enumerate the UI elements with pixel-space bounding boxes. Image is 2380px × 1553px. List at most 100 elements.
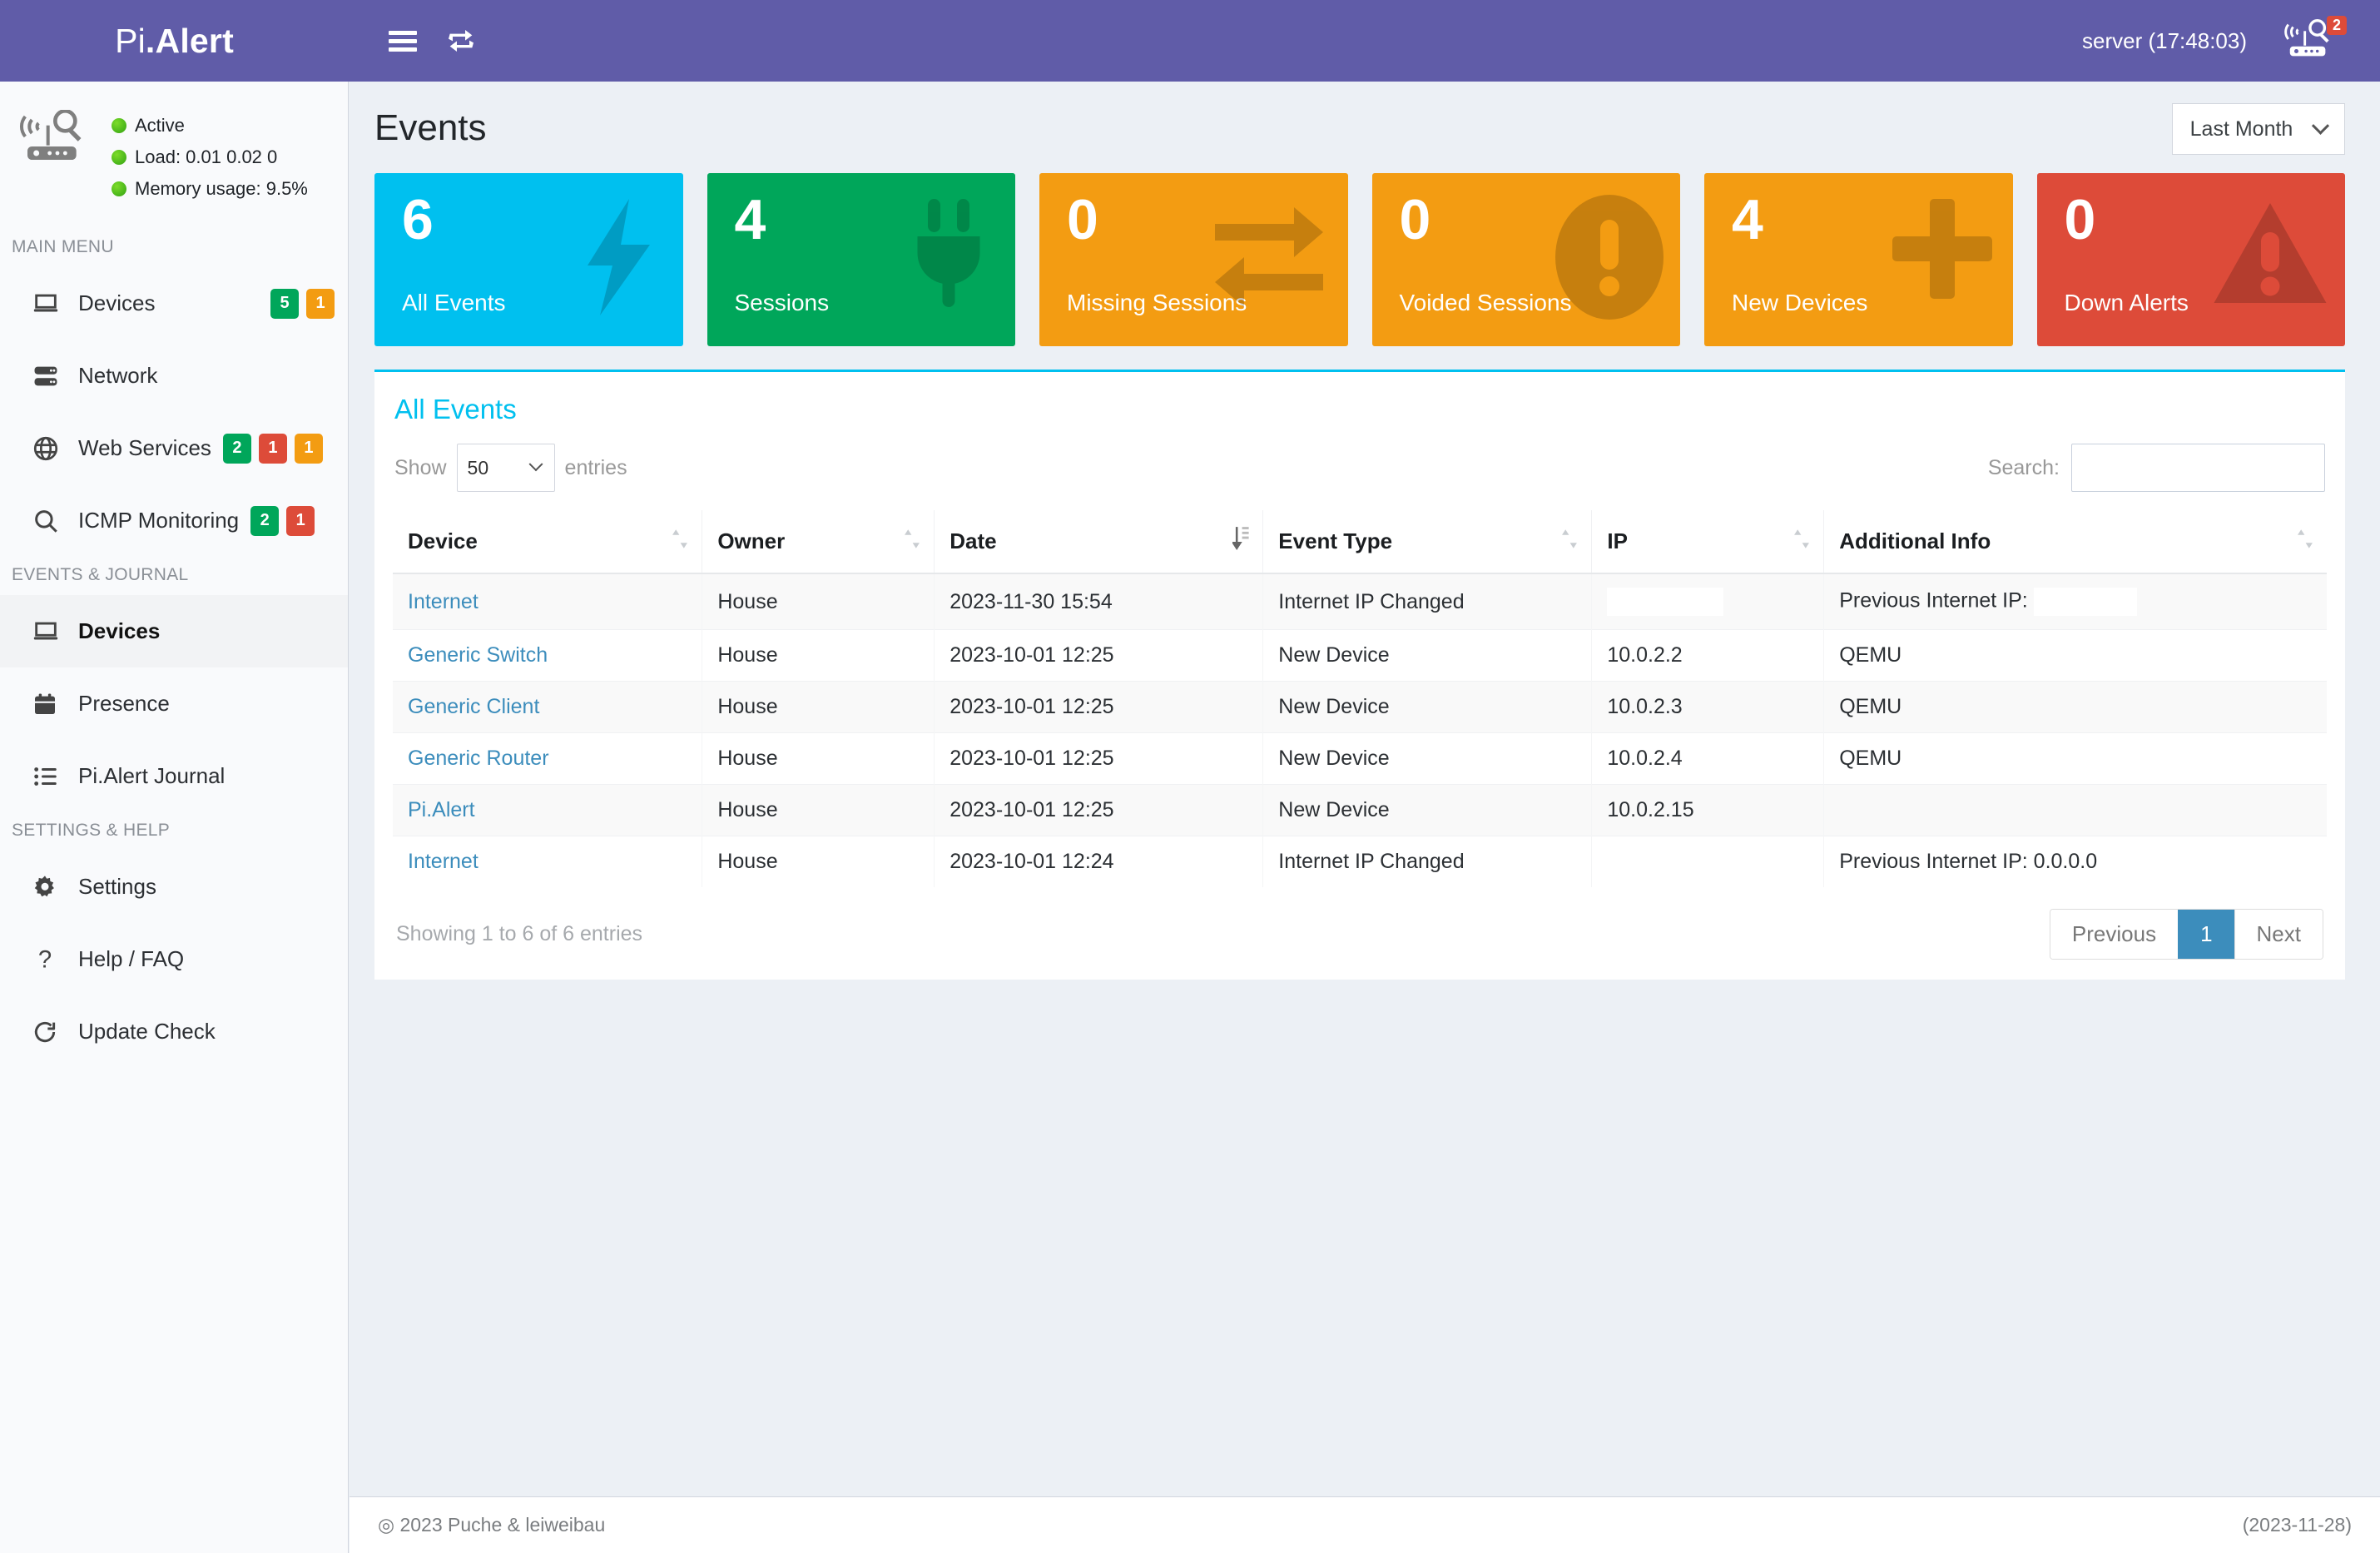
cell-additional-info: QEMU: [1823, 732, 2327, 785]
cell-owner: House: [702, 784, 935, 836]
page-footer: ◎ 2023 Puche & leiweibau (2023-11-28): [350, 1496, 2380, 1553]
question-icon: ?: [32, 946, 78, 973]
cell-device[interactable]: Generic Client: [393, 681, 702, 733]
pagination-page-1[interactable]: 1: [2178, 910, 2234, 959]
cell-ip-text: 10.0.2.3: [1607, 695, 1683, 718]
column-header-event-type[interactable]: Event Type: [1262, 510, 1592, 574]
stat-box-missing-sessions[interactable]: 0 Missing Sessions: [1039, 173, 1348, 346]
stat-box-new-devices[interactable]: 4 New Devices: [1704, 173, 2013, 346]
sidebar-item-label: ICMP Monitoring: [78, 508, 240, 533]
stat-value: 4: [734, 188, 766, 251]
sidebar-badge: 5: [270, 288, 299, 319]
search-input[interactable]: [2071, 444, 2325, 492]
column-header-label: Date: [950, 528, 997, 553]
sidebar-item-devices[interactable]: Devices 5 1: [0, 267, 348, 340]
column-header-label: Event Type: [1278, 528, 1393, 553]
exchange-arrows-icon: [1207, 195, 1331, 315]
sidebar-item-update-check[interactable]: Update Check: [0, 995, 348, 1068]
stat-box-voided-sessions[interactable]: 0 Voided Sessions: [1371, 173, 1680, 346]
warning-triangle-icon: [2212, 195, 2328, 315]
sort-none-icon: [1793, 525, 1810, 558]
status-dot-memory: [112, 181, 126, 196]
device-alert-button[interactable]: 2: [2280, 15, 2347, 67]
laptop-icon: [32, 618, 78, 646]
table-row: Pi.Alert House 2023-10-01 12:25 New Device 1…: [393, 784, 2327, 836]
sidebar-item-devices[interactable]: Devices: [0, 595, 348, 668]
pagination-previous[interactable]: Previous: [2050, 910, 2179, 959]
globe-icon: [32, 434, 78, 463]
status-dot-active: [112, 117, 126, 133]
sidebar-item-label: Web Services: [78, 435, 211, 461]
cell-additional-info: Previous Internet IP:: [1823, 573, 2327, 630]
stat-box-all-events[interactable]: 6 All Events: [374, 173, 683, 346]
cell-additional-info-text: Previous Internet IP: 0.0.0.0: [1839, 850, 2098, 873]
server-stack-icon: [32, 362, 78, 390]
period-select[interactable]: Last Month: [2172, 103, 2345, 155]
status-memory-label: Memory usage: 9.5%: [135, 177, 308, 199]
table-row: Generic Router House 2023-10-01 12:25 New D…: [393, 732, 2327, 785]
sidebar-item-icmp-monitoring[interactable]: ICMP Monitoring 2 1: [0, 484, 348, 557]
column-header-date[interactable]: Date: [934, 510, 1263, 574]
column-header-device[interactable]: Device: [393, 510, 702, 574]
sidebar-item-label: Presence: [78, 691, 170, 717]
sidebar-item-network[interactable]: Network: [0, 340, 348, 412]
cell-device[interactable]: Generic Router: [393, 732, 702, 785]
cell-ip-text: 10.0.2.15: [1607, 798, 1694, 821]
sidebar-item-web-services[interactable]: Web Services 2 1 1: [0, 412, 348, 484]
sidebar-item-badges: 21: [250, 505, 315, 536]
refresh-icon: [32, 1019, 78, 1045]
page-title: Events: [374, 107, 487, 148]
show-label: Show: [394, 455, 447, 479]
router-scan-icon: [18, 109, 93, 167]
cell-ip: 10.0.2.15: [1591, 784, 1824, 836]
cell-owner: House: [702, 573, 935, 630]
cell-event-type-text: New Device: [1278, 798, 1390, 821]
status-load-label: Load: 0.01 0.02 0: [135, 146, 278, 167]
column-header-additional-info[interactable]: Additional Info: [1823, 510, 2327, 574]
pagination: Previous 1 Next: [2049, 909, 2323, 960]
table-head: Device Owner Date Event Type IP Additional In…: [393, 510, 2327, 574]
page-length-select[interactable]: 50: [456, 444, 555, 492]
cell-device[interactable]: Generic Switch: [393, 629, 702, 682]
app-logo[interactable]: Pi .Alert: [0, 0, 349, 82]
cell-device[interactable]: Internet: [393, 573, 702, 630]
cell-additional-info: QEMU: [1823, 681, 2327, 733]
navbar-right: server (17:48:03) 2: [2082, 15, 2347, 67]
magnifier-icon: [32, 507, 78, 535]
sidebar-item-pi-alert-journal[interactable]: Pi.Alert Journal: [0, 740, 348, 812]
status-memory-row: Memory usage: 9.5%: [112, 173, 308, 205]
pagination-next[interactable]: Next: [2234, 910, 2323, 959]
cell-event-type: New Device: [1262, 681, 1592, 733]
stat-value: 0: [1067, 188, 1098, 251]
column-header-ip[interactable]: IP: [1591, 510, 1824, 574]
sidebar-item-settings[interactable]: Settings: [0, 851, 348, 923]
sidebar-item-presence[interactable]: Presence: [0, 667, 348, 740]
status-active-row: Active: [112, 110, 308, 141]
sidebar-section-heading: EVENTS & JOURNAL: [12, 565, 189, 585]
svg-text:?: ?: [38, 946, 52, 973]
cell-owner: House: [702, 732, 935, 785]
sidebar-item-label: Help / FAQ: [78, 946, 185, 972]
sidebar-item-label: Settings: [78, 874, 156, 900]
stat-box-down-alerts[interactable]: 0 Down Alerts: [2036, 173, 2345, 346]
redaction-block: [1607, 588, 1724, 616]
cell-device[interactable]: Pi.Alert: [393, 784, 702, 836]
refresh-icon[interactable]: [432, 0, 490, 82]
events-panel: All Events Show 50 entries Search: Devic…: [374, 370, 2345, 980]
cell-event-type: New Device: [1262, 732, 1592, 785]
cell-device-text: Pi.Alert: [408, 798, 475, 821]
column-header-label: Additional Info: [1839, 528, 1991, 553]
cell-device-text: Generic Router: [408, 747, 549, 770]
plus-icon: [1888, 195, 1996, 307]
column-header-owner[interactable]: Owner: [702, 510, 935, 574]
stat-value: 0: [2064, 188, 2096, 251]
stat-box-sessions[interactable]: 4 Sessions: [707, 173, 1015, 346]
sort-none-icon: [1561, 525, 1578, 558]
cell-additional-info-text: QEMU: [1839, 747, 1902, 770]
sidebar-item-help-faq[interactable]: ? Help / FAQ: [0, 923, 348, 995]
cell-event-type: Internet IP Changed: [1262, 573, 1592, 630]
hamburger-icon[interactable]: [374, 0, 432, 82]
cell-date-text: 2023-10-01 12:25: [950, 798, 1114, 821]
cell-device[interactable]: Internet: [393, 836, 702, 887]
cell-event-type-text: New Device: [1278, 695, 1390, 718]
